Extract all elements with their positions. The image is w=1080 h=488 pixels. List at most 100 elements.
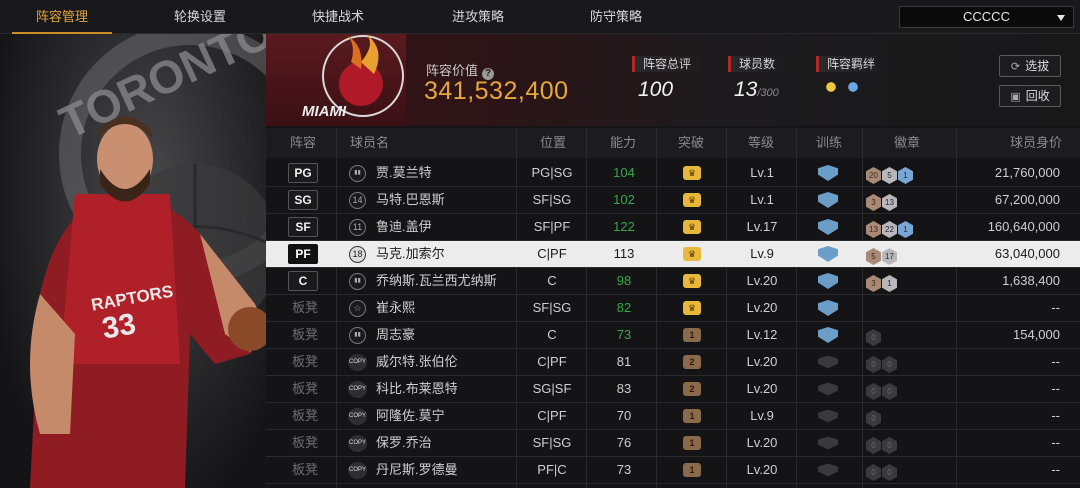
badge-empty-icon: 0 xyxy=(882,383,897,400)
player-name: 威尔特.张伯伦 xyxy=(376,354,458,369)
breakthrough-level-icon[interactable]: 1 xyxy=(683,463,701,477)
badge-group[interactable]: 00 xyxy=(866,462,898,481)
slot-badge[interactable]: C xyxy=(288,271,318,291)
badge-group[interactable]: 5 17 xyxy=(866,246,898,265)
table-row[interactable]: 板凳 COPY 保罗.乔治 SF|SG 76 1 Lv.20 0 0 -- xyxy=(266,430,1080,457)
tab-rotation-settings[interactable]: 轮换设置 xyxy=(150,0,250,34)
roster-value-label-text: 阵容价值 xyxy=(426,63,479,78)
bond-blue-icon[interactable] xyxy=(844,78,862,96)
table-row[interactable]: SG 14 马特.巴恩斯 SF|SG 102 ♛ Lv.1 3 13 67,200,000 xyxy=(266,187,1080,214)
copy-icon: COPY xyxy=(348,435,367,452)
table-row[interactable]: 板凳 ☆ 崔永熙 SF|SG 82 ♛ Lv.20 -- xyxy=(266,295,1080,322)
badge-group[interactable]: 0 xyxy=(866,408,882,427)
table-row[interactable]: 板凳 COPY 科比.布莱恩特 SG|SF 83 2 Lv.20 0 0 -- xyxy=(266,376,1080,403)
breakthrough-level-icon[interactable]: 2 xyxy=(683,355,701,369)
training-icon[interactable] xyxy=(818,192,838,208)
tab-defense-strategy[interactable]: 防守策略 xyxy=(566,0,666,34)
slot-label: 板凳 xyxy=(292,327,319,342)
badge-group[interactable]: 13 22 1 xyxy=(866,219,914,238)
jersey-number-badge: 18 xyxy=(349,246,366,263)
player-value: 160,640,000 xyxy=(987,219,1060,234)
player-value: -- xyxy=(1051,462,1060,477)
training-icon[interactable] xyxy=(818,246,838,262)
breakthrough-level-icon[interactable]: 1 xyxy=(683,409,701,423)
player-level: Lv.20 xyxy=(746,381,778,396)
col-name[interactable]: 球员名 xyxy=(350,128,389,158)
badge-group[interactable]: 31 xyxy=(866,273,898,292)
select-button[interactable]: ⟳ 选拔 xyxy=(999,55,1061,77)
training-icon[interactable] xyxy=(818,355,838,369)
recycle-button-label: 回收 xyxy=(1025,89,1050,103)
breakthrough-level-icon[interactable]: 1 xyxy=(683,436,701,450)
col-rating[interactable]: 能力 xyxy=(610,128,636,158)
badge-bronze-icon: 20 xyxy=(866,167,881,184)
training-icon[interactable] xyxy=(818,327,838,343)
col-training[interactable]: 训练 xyxy=(816,128,842,158)
table-row[interactable]: C ▮▮ 乔纳斯.瓦兰西尤纳斯 C 98 ♛ Lv.20 3 1 1,638,400 xyxy=(266,268,1080,295)
player-position: C|PF xyxy=(537,354,567,369)
player-portrait: TORONTO RAPTORS 33 xyxy=(0,34,266,488)
player-name: 崔永熙 xyxy=(376,300,416,315)
table-row[interactable]: 板凳 COPY 威尔特.张伯伦 C|PF 81 2 Lv.20 0 0 -- xyxy=(266,349,1080,376)
training-icon[interactable] xyxy=(818,463,838,477)
tab-quick-tactics[interactable]: 快捷战术 xyxy=(288,0,388,34)
slot-badge[interactable]: SF xyxy=(288,217,318,237)
player-position: SF|SG xyxy=(532,435,572,450)
recycle-button[interactable]: ▣ 回收 xyxy=(999,85,1061,107)
badge-group[interactable]: 00 xyxy=(866,381,898,400)
overall-rating-stat: 阵容总评 100 xyxy=(632,56,706,102)
jersey-number-badge: 14 xyxy=(349,192,366,209)
crown-icon[interactable]: ♛ xyxy=(683,301,701,315)
crown-icon[interactable]: ♛ xyxy=(683,166,701,180)
training-icon[interactable] xyxy=(818,436,838,450)
slot-badge[interactable]: SG xyxy=(288,190,318,210)
player-value: 21,760,000 xyxy=(994,165,1060,180)
slot-badge[interactable]: PG xyxy=(288,163,318,183)
badge-silver-icon: 1 xyxy=(882,275,897,292)
col-level[interactable]: 等级 xyxy=(748,128,774,158)
training-icon[interactable] xyxy=(818,165,838,181)
bond-gold-icon[interactable] xyxy=(822,78,840,96)
training-icon[interactable] xyxy=(818,409,838,423)
table-row[interactable]: SF 11 鲁迪.盖伊 SF|PF 122 ♛ Lv.17 13 22 1 160,640,000 xyxy=(266,214,1080,241)
col-breakthrough[interactable]: 突破 xyxy=(678,128,704,158)
badge-group[interactable]: 00 xyxy=(866,354,898,373)
badge-group[interactable]: 3 13 xyxy=(866,192,898,211)
tab-offense-strategy[interactable]: 进攻策略 xyxy=(428,0,528,34)
badge-group[interactable]: 00 xyxy=(866,435,898,454)
col-position[interactable]: 位置 xyxy=(540,128,566,158)
col-value[interactable]: 球员身价 xyxy=(1010,128,1062,158)
crown-icon[interactable]: ♛ xyxy=(683,220,701,234)
slot-badge[interactable]: PF xyxy=(288,244,318,264)
badge-group[interactable]: 0 xyxy=(866,327,882,346)
table-row[interactable]: PF 18 马克.加索尔 C|PF 113 ♛ Lv.9 5 17 63,040,000 xyxy=(266,241,1080,268)
table-row[interactable]: 板凳 COPY 丹尼斯.罗德曼 PF|C 73 1 Lv.20 0 0 -- xyxy=(266,457,1080,484)
player-position: SG|SF xyxy=(532,381,572,396)
training-icon[interactable] xyxy=(818,300,838,316)
player-level: Lv.1 xyxy=(750,165,774,180)
recycle-icon: ▣ xyxy=(1010,91,1021,103)
badge-group[interactable]: 20 5 1 xyxy=(866,165,914,184)
crown-icon[interactable]: ♛ xyxy=(683,193,701,207)
col-badges[interactable]: 徽章 xyxy=(894,128,920,158)
table-row[interactable]: PG ▮▮ 贾.莫兰特 PG|SG 104 ♛ Lv.1 20 5 1 21,760,000 xyxy=(266,160,1080,187)
team-select-dropdown[interactable]: CCCCC xyxy=(899,6,1074,28)
badge-bronze-icon: 3 xyxy=(866,275,881,292)
breakthrough-level-icon[interactable]: 1 xyxy=(683,328,701,342)
bond-icons[interactable] xyxy=(822,78,889,101)
col-slot[interactable]: 阵容 xyxy=(290,128,316,158)
crown-icon[interactable]: ♛ xyxy=(683,247,701,261)
table-row[interactable]: 板凳 ▮▮ 周志豪 C 73 1 Lv.12 0 154,000 xyxy=(266,322,1080,349)
player-value: -- xyxy=(1051,435,1060,450)
training-icon[interactable] xyxy=(818,382,838,396)
tab-roster-management[interactable]: 阵容管理 xyxy=(12,0,112,34)
badge-silver-icon: 5 xyxy=(882,167,897,184)
crown-icon[interactable]: ♛ xyxy=(683,274,701,288)
table-row[interactable]: 板凳 COPY 阿隆佐.莫宁 C|PF 70 1 Lv.9 0 -- xyxy=(266,403,1080,430)
badge-silver-icon: 22 xyxy=(882,221,897,238)
copy-icon: COPY xyxy=(348,462,367,479)
roster-table: 阵容 球员名 位置 能力 突破 等级 训练 徽章 球员身价 PG ▮▮ 贾.莫兰特 P… xyxy=(266,128,1080,488)
training-icon[interactable] xyxy=(818,219,838,235)
training-icon[interactable] xyxy=(818,273,838,289)
breakthrough-level-icon[interactable]: 2 xyxy=(683,382,701,396)
